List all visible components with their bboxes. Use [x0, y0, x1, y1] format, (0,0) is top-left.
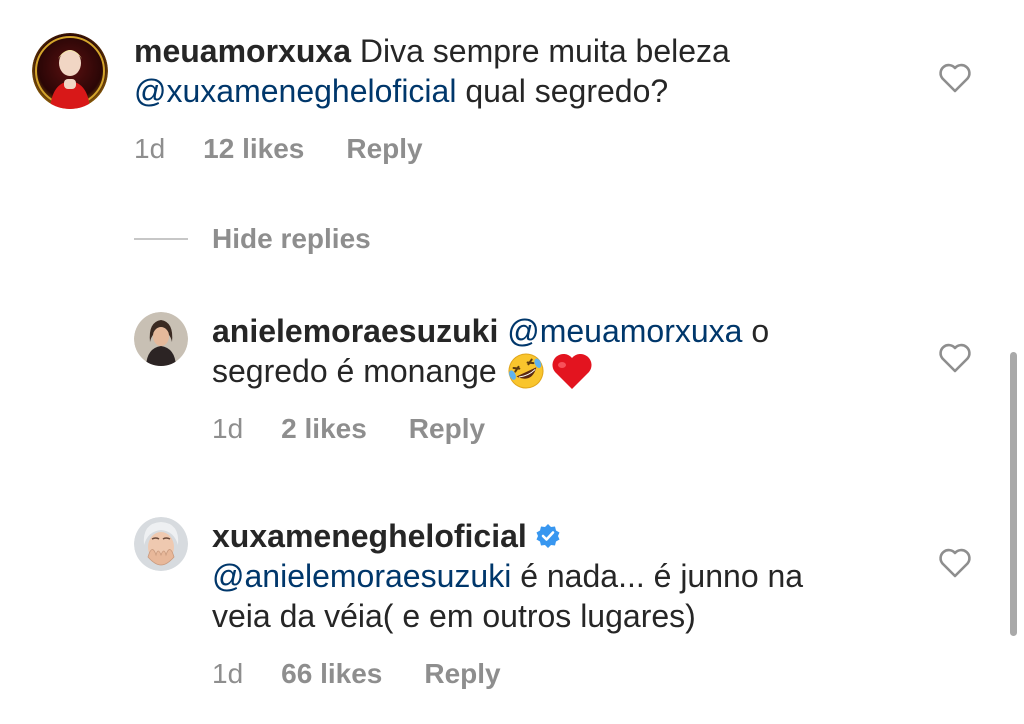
hide-replies-button[interactable]: Hide replies: [134, 222, 371, 256]
heart-icon[interactable]: [938, 343, 972, 373]
comment-text: meuamorxuxa Diva sempre muita beleza @xu…: [134, 31, 934, 111]
verified-badge-icon: [536, 523, 560, 548]
comment-username[interactable]: xuxamenegheloficial: [212, 518, 527, 554]
avatar-meuamorxuxa[interactable]: [32, 33, 108, 109]
reply-button[interactable]: Reply: [424, 658, 500, 689]
comment-body: o: [742, 313, 770, 349]
comment-body: é nada... é junno na: [511, 558, 804, 594]
comments-thread: meuamorxuxa Diva sempre muita beleza @xu…: [0, 0, 1024, 724]
likes-count[interactable]: 2 likes: [281, 413, 367, 444]
likes-count[interactable]: 66 likes: [281, 658, 382, 689]
heart-icon[interactable]: [938, 63, 972, 93]
comment-meta: 1d 66 likes Reply: [212, 657, 501, 691]
avatar-xuxamenegheloficial[interactable]: [134, 517, 188, 571]
comment-meta: 1d 12 likes Reply: [134, 132, 423, 166]
rolling-laughing-emoji-icon: [508, 353, 544, 389]
comment-body: segredo é monange: [212, 353, 506, 389]
comment-timestamp: 1d: [212, 658, 244, 689]
scrollbar[interactable]: [1010, 352, 1017, 636]
comment-body: qual segredo?: [456, 73, 669, 109]
comment-timestamp: 1d: [212, 413, 244, 444]
avatar-anielemoraesuzuki[interactable]: [134, 312, 188, 366]
heart-icon[interactable]: [938, 548, 972, 578]
comment-username[interactable]: anielemoraesuzuki: [212, 313, 498, 349]
divider-line: [134, 238, 188, 240]
comment-text: xuxamenegheloficial @anielemoraesuzuki é…: [212, 516, 932, 636]
mention-link[interactable]: @meuamorxuxa: [507, 313, 742, 349]
comment-meta: 1d 2 likes Reply: [212, 412, 485, 446]
mention-link[interactable]: @xuxamenegheloficial: [134, 73, 456, 109]
reply-button[interactable]: Reply: [409, 413, 485, 444]
comment-body: Diva sempre muita beleza: [350, 33, 730, 69]
comment-username[interactable]: meuamorxuxa: [134, 33, 351, 69]
red-heart-emoji-icon: [552, 353, 592, 389]
comment-timestamp: 1d: [134, 133, 166, 164]
likes-count[interactable]: 12 likes: [203, 133, 304, 164]
hide-replies-label: Hide replies: [212, 223, 371, 254]
comment-body: veia da véia( e em outros lugares): [212, 598, 696, 634]
mention-link[interactable]: @anielemoraesuzuki: [212, 558, 511, 594]
comment-text: anielemoraesuzuki @meuamorxuxa o segredo…: [212, 311, 932, 394]
reply-button[interactable]: Reply: [346, 133, 422, 164]
